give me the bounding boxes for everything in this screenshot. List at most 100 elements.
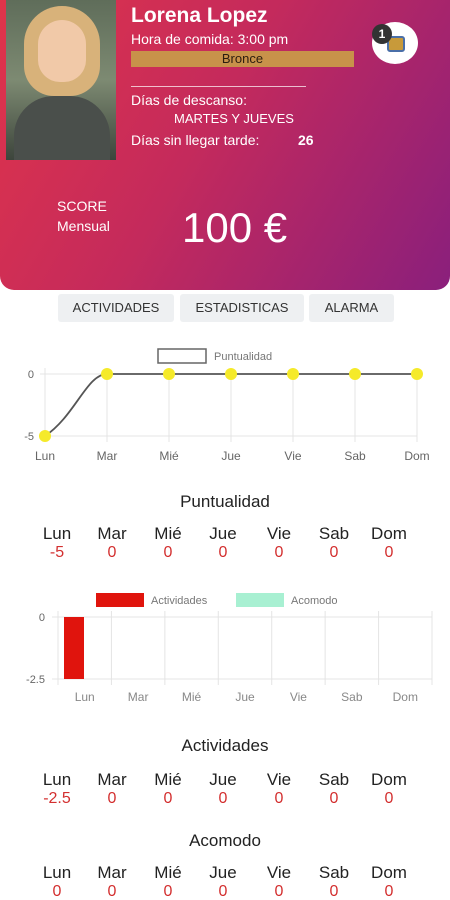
days-on-time-label: Días sin llegar tarde:: [131, 132, 260, 148]
x-tick-label: Mié: [182, 690, 202, 704]
day-value: -2.5: [43, 790, 71, 807]
day-column: Dom 0: [359, 863, 419, 900]
arrangement-title: Acomodo: [189, 831, 261, 850]
punctuality-line-chart: 0 -5Lun Mar Mié Jue Vie Sab Dom Puntualidad: [24, 348, 430, 463]
legend-swatch: [236, 593, 284, 607]
x-tick-label: Vie: [284, 449, 301, 463]
lunch-time: Hora de comida: 3:00 pm: [131, 31, 289, 47]
day-column: Lun -5: [27, 524, 87, 562]
legend-label: Acomodo: [291, 595, 337, 607]
day-column: Dom 0: [359, 770, 419, 808]
day-name: Mié: [154, 770, 182, 789]
day-name: Mar: [97, 863, 127, 882]
employee-name: Lorena Lopez: [131, 4, 268, 27]
day-name: Dom: [371, 524, 407, 543]
x-tick-label: Mar: [128, 690, 149, 704]
day-value: 0: [107, 883, 117, 900]
rest-days-label: Días de descanso:: [131, 92, 247, 108]
punctuality-week-row: Lun -5 Mar 0 Mié 0 Jue 0 Vie 0 Sab 0 Dom 0: [0, 524, 450, 568]
tab-alarma[interactable]: ALARMA: [309, 294, 394, 322]
day-column: Mié 0: [138, 524, 198, 562]
x-tick-label: Mié: [159, 449, 179, 463]
day-value: 0: [329, 544, 339, 561]
day-column: Sab 0: [304, 863, 364, 900]
x-tick-label: Dom: [393, 690, 418, 704]
data-point: [411, 368, 423, 380]
day-column: Mar 0: [82, 770, 142, 808]
day-column: Lun 0: [27, 863, 87, 900]
avatar: [6, 0, 116, 160]
tab-estadisticas[interactable]: ESTADISTICAS: [180, 294, 304, 322]
data-point: [287, 368, 299, 380]
y-tick-label: -5: [24, 431, 34, 443]
day-column: Jue 0: [193, 524, 253, 562]
data-point: [101, 368, 113, 380]
x-tick-label: Jue: [221, 449, 241, 463]
day-name: Vie: [266, 524, 292, 543]
x-tick-label: Mar: [97, 449, 118, 463]
data-point: [225, 368, 237, 380]
gifts-button[interactable]: 1: [372, 22, 418, 64]
data-point: [39, 430, 51, 442]
arrangement-week-row: Lun 0 Mar 0 Mié 0 Jue 0 Vie 0 Sab 0 Dom 0: [0, 863, 450, 900]
day-column: Vie 0: [249, 770, 309, 808]
day-value: 0: [274, 790, 284, 807]
legend-label: Actividades: [151, 595, 208, 607]
day-column: Jue 0: [193, 863, 253, 900]
day-name: Vie: [266, 863, 292, 882]
day-name: Jue: [209, 863, 237, 882]
day-value: 0: [274, 544, 284, 561]
x-tick-label: Lun: [75, 690, 95, 704]
day-name: Mié: [154, 863, 182, 882]
y-tick-label: -2.5: [26, 674, 45, 686]
day-value: 0: [218, 883, 228, 900]
day-name: Dom: [371, 863, 407, 882]
activities-bar-chart: 0 -2.5 Lun Mar Mié Jue Vie Sab Dom Actividades Aco…: [26, 593, 433, 704]
profile-header: Lorena Lopez Hora de comida: 3:00 pm Bro…: [0, 0, 450, 290]
day-column: Dom 0: [359, 524, 419, 562]
day-column: Mié 0: [138, 863, 198, 900]
day-value: 0: [107, 790, 117, 807]
day-column: Sab 0: [304, 524, 364, 562]
day-value: 0: [52, 883, 62, 900]
punctuality-title: Puntualidad: [180, 492, 270, 511]
x-tick-label: Sab: [344, 449, 366, 463]
day-value: 0: [329, 790, 339, 807]
day-value: 0: [107, 544, 117, 561]
day-value: 0: [329, 883, 339, 900]
score-value: 100 €: [182, 204, 288, 251]
day-name: Lun: [42, 524, 72, 543]
score-label-line1: SCORE: [57, 198, 107, 214]
day-name: Sab: [318, 770, 350, 789]
notification-count-badge: 1: [372, 24, 392, 44]
bar: [64, 617, 84, 679]
tab-bar: ACTIVIDADES ESTADISTICAS ALARMA: [58, 294, 394, 322]
day-column: Mar 0: [82, 863, 142, 900]
day-name: Jue: [209, 770, 237, 789]
level-badge: Bronce: [131, 51, 354, 67]
days-on-time-value: 26: [298, 132, 314, 148]
day-value: 0: [218, 544, 228, 561]
day-name: Lun: [42, 770, 72, 789]
data-point: [163, 368, 175, 380]
day-value: -5: [49, 544, 65, 561]
x-tick-label: Vie: [290, 690, 307, 704]
data-point: [349, 368, 361, 380]
day-name: Jue: [209, 524, 237, 543]
day-column: Lun -2.5: [27, 770, 87, 808]
day-value: 0: [384, 883, 394, 900]
day-value: 0: [163, 544, 173, 561]
day-name: Vie: [266, 770, 292, 789]
tab-actividades[interactable]: ACTIVIDADES: [58, 294, 174, 322]
day-column: Sab 0: [304, 770, 364, 808]
day-value: 0: [384, 544, 394, 561]
legend-swatch: [157, 348, 207, 364]
score-label-line2: Mensual: [57, 218, 110, 234]
day-column: Mié 0: [138, 770, 198, 808]
activities-title: Actividades: [181, 736, 269, 755]
day-name: Mar: [97, 524, 127, 543]
day-value: 0: [218, 790, 228, 807]
score-label: SCORE Mensual: [57, 196, 110, 236]
divider: [131, 86, 306, 87]
day-value: 0: [163, 790, 173, 807]
